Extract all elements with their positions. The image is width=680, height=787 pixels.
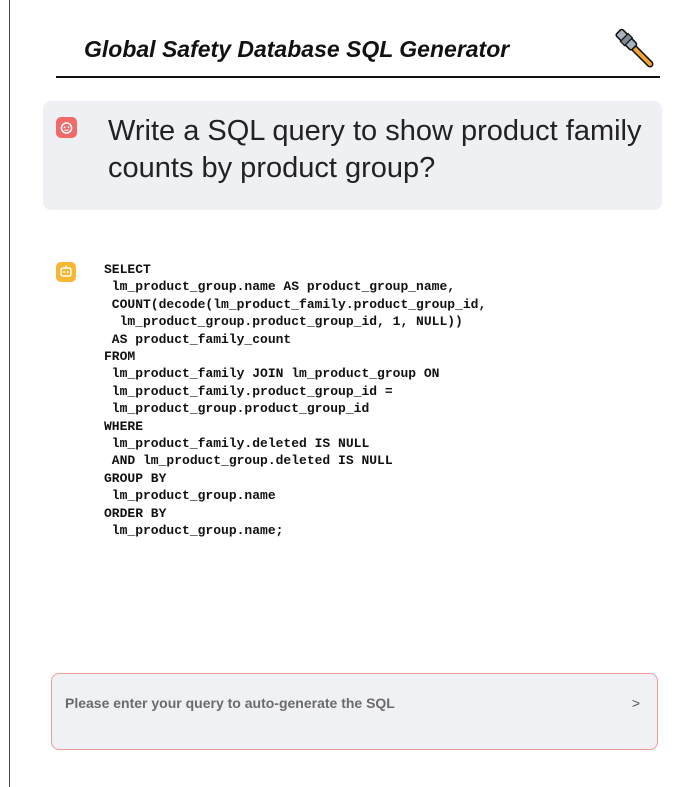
user-message: Write a SQL query to show product family… <box>43 101 662 210</box>
app-page: Global Safety Database SQL Generator Wri… <box>0 0 680 787</box>
user-message-text: Write a SQL query to show product family… <box>108 115 642 184</box>
send-button[interactable]: > <box>626 692 646 714</box>
app-header: Global Safety Database SQL Generator <box>56 26 660 78</box>
query-input[interactable] <box>65 692 605 714</box>
bot-avatar-icon <box>56 262 76 282</box>
left-divider <box>9 0 10 787</box>
sql-output: SELECT lm_product_group.name AS product_… <box>104 262 487 539</box>
query-input-box: > <box>51 673 658 750</box>
user-avatar-icon <box>56 117 77 138</box>
page-title: Global Safety Database SQL Generator <box>84 36 510 62</box>
hammer-icon <box>615 28 654 68</box>
